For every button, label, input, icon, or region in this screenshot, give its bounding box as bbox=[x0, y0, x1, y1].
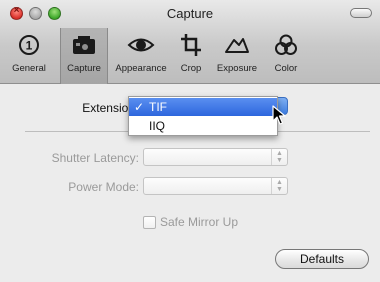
preferences-window: × Capture 1 General Capture Appearance C… bbox=[0, 0, 380, 282]
toolbar-item-appearance[interactable]: Appearance bbox=[110, 28, 172, 84]
power-mode-popup[interactable]: ▲ ▼ bbox=[143, 177, 288, 195]
window-title: Capture bbox=[166, 6, 214, 21]
color-circles-icon bbox=[266, 32, 306, 58]
toolbar-label-crop: Crop bbox=[180, 63, 202, 74]
exposure-icon bbox=[210, 32, 264, 58]
power-mode-label: Power Mode: bbox=[68, 180, 139, 194]
menu-item-tif[interactable]: ✓ TIF bbox=[129, 98, 277, 116]
crop-icon bbox=[174, 32, 208, 58]
toolbar-item-exposure[interactable]: Exposure bbox=[210, 28, 264, 84]
svg-text:1: 1 bbox=[26, 39, 33, 53]
safe-mirror-up-label: Safe Mirror Up bbox=[160, 215, 239, 229]
safe-mirror-up-checkbox[interactable] bbox=[143, 216, 156, 229]
toolbar-item-crop[interactable]: Crop bbox=[174, 28, 208, 84]
popup-arrows-icon: ▲ ▼ bbox=[271, 178, 287, 194]
mouse-pointer-icon bbox=[272, 105, 286, 125]
toolbar-item-capture[interactable]: Capture bbox=[60, 28, 108, 84]
general-info-icon: 1 bbox=[0, 32, 58, 58]
menu-item-label: IIQ bbox=[149, 119, 166, 133]
toolbar-item-general[interactable]: 1 General bbox=[0, 28, 58, 84]
toolbar: 1 General Capture Appearance Crop Exposu… bbox=[0, 28, 380, 84]
toolbar-item-color[interactable]: Color bbox=[266, 28, 306, 84]
menu-item-iiq[interactable]: IIQ bbox=[129, 117, 277, 135]
toolbar-toggle-button[interactable] bbox=[350, 8, 372, 18]
menu-item-label: TIF bbox=[149, 100, 167, 114]
defaults-button[interactable]: Defaults bbox=[275, 249, 369, 269]
title-toolbar-area: × Capture 1 General Capture Appearance C… bbox=[0, 0, 380, 84]
extension-dropdown-menu: ✓ TIF IIQ bbox=[128, 96, 278, 136]
toolbar-label-color: Color bbox=[274, 63, 298, 74]
checkmark-icon: ✓ bbox=[133, 100, 145, 114]
shutter-latency-popup[interactable]: ▲ ▼ bbox=[143, 148, 288, 166]
eye-icon bbox=[110, 32, 172, 58]
toolbar-label-exposure: Exposure bbox=[216, 63, 258, 74]
popup-arrows-icon: ▲ ▼ bbox=[271, 149, 287, 165]
shutter-latency-label: Shutter Latency: bbox=[51, 151, 139, 165]
camera-icon bbox=[61, 32, 107, 58]
toolbar-label-appearance: Appearance bbox=[115, 63, 167, 74]
toolbar-label-general: General bbox=[12, 63, 46, 74]
preferences-content: Extension Shutter Latency: ▲ ▼ Power Mode… bbox=[0, 84, 380, 282]
toolbar-label-capture: Capture bbox=[67, 63, 101, 74]
extension-label: Extension bbox=[82, 101, 135, 115]
